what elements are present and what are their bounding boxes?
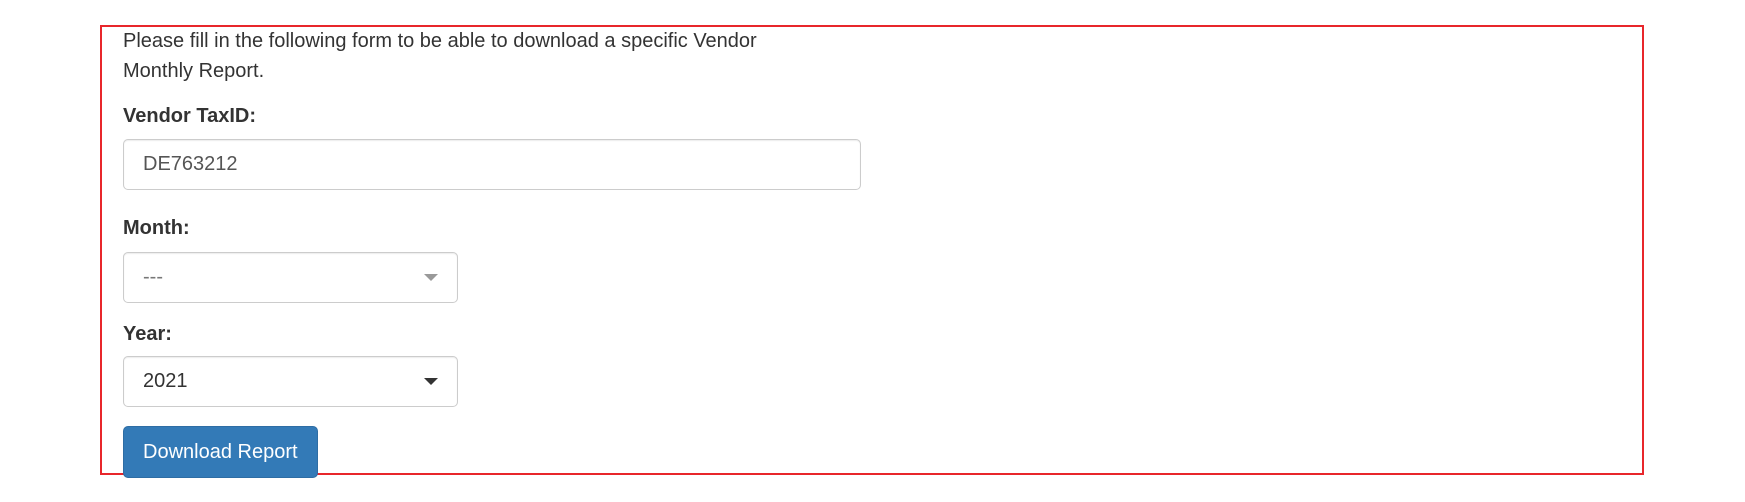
vendor-taxid-input[interactable]: DE763212 (123, 139, 861, 190)
vendor-taxid-label: Vendor TaxID: (123, 105, 256, 127)
vendor-taxid-value: DE763212 (143, 153, 238, 175)
highlight-frame (100, 25, 1644, 475)
year-select[interactable]: 2021 (123, 356, 458, 407)
month-select[interactable]: --- (123, 252, 458, 303)
caret-down-icon (424, 274, 438, 281)
month-label: Month: (123, 217, 190, 239)
year-selected-value: 2021 (143, 370, 188, 392)
form-intro-text: Please fill in the following form to be … (123, 30, 757, 82)
month-selected-value: --- (143, 266, 163, 288)
year-label: Year: (123, 323, 172, 345)
vendor-report-form: Please fill in the following form to be … (123, 26, 863, 478)
download-report-button[interactable]: Download Report (123, 426, 318, 478)
caret-down-icon (424, 378, 438, 385)
